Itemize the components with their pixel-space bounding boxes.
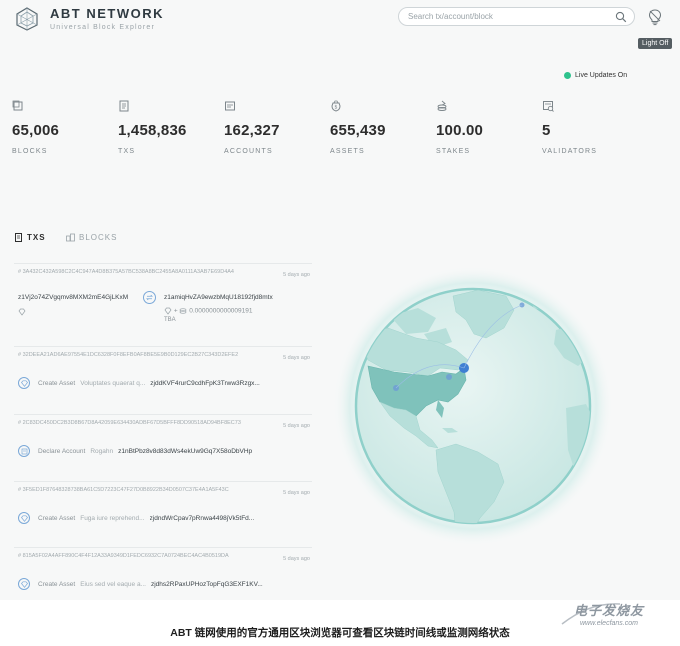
gem-icon	[164, 307, 172, 315]
stat-value: 1,458,836	[118, 122, 187, 139]
watermark-text: 电子发烧友	[574, 603, 645, 618]
live-status-dot	[564, 72, 571, 79]
tx-address[interactable]: zjdhs2RPaxUPHozTopFqG3EXF1KV...	[151, 581, 263, 588]
gem-icon	[18, 308, 26, 316]
tx-item[interactable]: # 3A432C432A598C2C4C947A4D8B375A57BC538A…	[14, 263, 312, 325]
stat-value: 655,439	[330, 122, 386, 139]
tx-summary: Create Asset Fuga iure reprehend... zjdn…	[18, 511, 312, 525]
tx-amount-value: 0.0000000000009191	[189, 307, 253, 315]
tab-label: BLOCKS	[79, 233, 118, 242]
tx-type: Create Asset	[38, 580, 76, 588]
stat-value: 162,327	[224, 122, 280, 139]
tx-description: Voluptates quaerat q...	[80, 379, 146, 387]
abt-logo-icon[interactable]	[14, 6, 40, 32]
tx-item[interactable]: # 32DEEA21AD6AE97554E1DC6328F0F8EFB0AF8B…	[14, 346, 312, 408]
blocks-icon	[66, 233, 75, 242]
diamond-icon	[18, 578, 30, 590]
search-box[interactable]	[398, 7, 635, 26]
tx-type: Create Asset	[38, 379, 76, 387]
plus-symbol: +	[173, 307, 178, 315]
tx-hash[interactable]: # 32DEEA21AD6AE97554E1DC6328F0F8EFB0AF8B…	[18, 351, 248, 359]
tx-to-address[interactable]: z1amiqHvZA9ewzbMqU18192fjd8mtx	[164, 294, 310, 301]
tx-amount: + 0.0000000000009191	[164, 307, 253, 315]
stat-label: TXS	[118, 148, 136, 155]
document-icon	[119, 100, 129, 112]
asset-icon: $	[331, 100, 341, 112]
tx-summary: Declare Account Rogahn z1nBtPbz8v8d83dWs…	[18, 444, 312, 458]
tx-description: Rogahn	[90, 447, 114, 455]
stat-accounts[interactable]: 162,327 ACCOUNTS	[224, 100, 280, 155]
block-icon	[12, 100, 23, 111]
lightbulb-icon[interactable]	[647, 8, 663, 26]
tab-blocks[interactable]: BLOCKS	[66, 233, 117, 242]
tx-address[interactable]: z1nBtPbz8v8d83dWs4ekUw9Gq7X58oDbVHp	[118, 448, 252, 455]
app-subtitle: Universal Block Explorer	[50, 24, 156, 31]
explorer-app: ABT NETWORK Universal Block Explorer Lig…	[0, 0, 680, 600]
validator-icon	[543, 101, 554, 112]
live-updates-label: Live Updates On	[575, 72, 628, 79]
stat-value: 100.00	[436, 122, 484, 139]
stake-icon	[437, 100, 447, 111]
stat-blocks[interactable]: 65,006 BLOCKS	[12, 100, 59, 155]
tx-address[interactable]: zjdndWrCpav7pRnwa4498jVk5tFd...	[150, 515, 255, 522]
stat-txs[interactable]: 1,458,836 TXS	[118, 100, 187, 155]
live-updates-status[interactable]: Live Updates On	[564, 72, 627, 79]
tx-summary: Create Asset Voluptates quaerat q... zjd…	[18, 376, 312, 390]
tab-txs[interactable]: TXS	[14, 233, 46, 242]
stat-value: 5	[542, 122, 551, 139]
watermark-url: www.elecfans.com	[580, 620, 638, 627]
tab-label: TXS	[27, 233, 46, 242]
tx-description: Eius sed vel eaque a...	[80, 580, 146, 588]
stat-label: STAKES	[436, 148, 471, 155]
tx-time: 5 days ago	[283, 355, 310, 361]
tx-description: Fuga iure reprehend...	[80, 514, 145, 522]
svg-text:$: $	[334, 105, 337, 111]
tx-type: Create Asset	[38, 514, 76, 522]
stat-label: ASSETS	[330, 148, 365, 155]
diamond-icon	[18, 512, 30, 524]
stat-stakes[interactable]: 100.00 STAKES	[436, 100, 483, 155]
network-globe[interactable]	[328, 238, 618, 578]
tx-time: 5 days ago	[283, 272, 310, 278]
stat-label: ACCOUNTS	[224, 148, 273, 155]
account-declare-icon	[18, 445, 30, 457]
stat-assets[interactable]: $ 655,439 ASSETS	[330, 100, 386, 155]
diamond-icon	[18, 377, 30, 389]
tx-hash[interactable]: # 3F5ED1F87648328738BA61C5D7223C47F27D0B…	[18, 486, 248, 494]
transfer-icon	[143, 291, 156, 304]
tx-item[interactable]: # 2C83DC450DC2B3D8B67D8A42059E634430ADBF…	[14, 414, 312, 476]
tx-time: 5 days ago	[283, 423, 310, 429]
tx-from-address[interactable]: z1Vj2o74ZVgqmv8MXM2mE4GjLKxM	[18, 294, 142, 301]
search-icon[interactable]	[615, 11, 627, 23]
tx-hash[interactable]: # 3A432C432A598C2C4C947A4D8B375A57BC538A…	[18, 268, 248, 276]
node-dot[interactable]	[446, 374, 452, 380]
document-icon	[15, 233, 22, 242]
tx-item[interactable]: # 815A5F02A4AFF890C4F4F12A33A9349D1FEDC6…	[14, 547, 312, 600]
tx-type: Declare Account	[38, 447, 86, 455]
stat-label: VALIDATORS	[542, 148, 598, 155]
theme-tooltip: Light Off	[638, 38, 673, 49]
coin-icon	[180, 308, 187, 314]
tx-amount-unit: TBA	[164, 317, 176, 323]
tx-item[interactable]: # 3F5ED1F87648328738BA61C5D7223C47F27D0B…	[14, 481, 312, 543]
tx-time: 5 days ago	[283, 556, 310, 562]
account-icon	[225, 101, 235, 111]
stat-value: 65,006	[12, 122, 60, 139]
tx-hash[interactable]: # 2C83DC450DC2B3D8B67D8A42059E634430ADBF…	[18, 419, 248, 427]
tx-time: 5 days ago	[283, 490, 310, 496]
tx-hash[interactable]: # 815A5F02A4AFF890C4F4F12A33A9349D1FEDC6…	[18, 552, 248, 560]
tx-address[interactable]: zjddKVF4rurC9cdhFpK3Trww3Rzgx...	[150, 380, 260, 387]
stat-validators[interactable]: 5 VALIDATORS	[542, 100, 597, 155]
stat-label: BLOCKS	[12, 148, 48, 155]
app-title[interactable]: ABT NETWORK	[50, 6, 164, 21]
search-input[interactable]	[408, 10, 608, 23]
tx-summary: Create Asset Eius sed vel eaque a... zjd…	[18, 577, 312, 591]
